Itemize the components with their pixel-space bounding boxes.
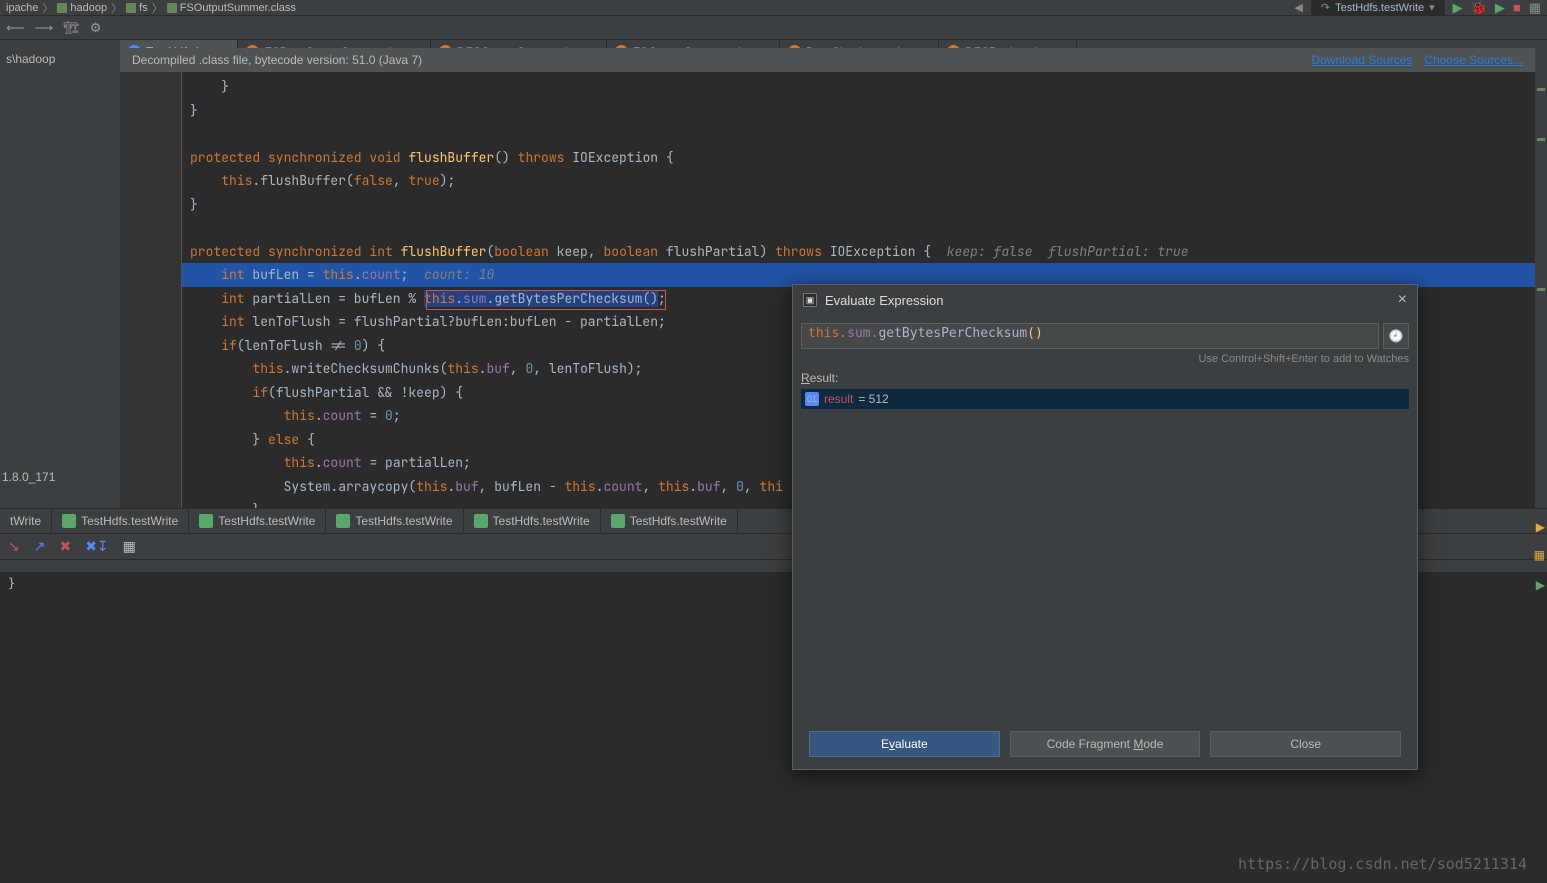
run-config-label: TestHdfs.testWrite (1335, 2, 1424, 14)
chevron-down-icon: ▾ (1429, 1, 1435, 14)
hierarchy-icon[interactable]: 🏗 (63, 20, 80, 36)
tool-icon[interactable]: ▶ (1536, 578, 1545, 592)
run-tab[interactable]: TestHdfs.testWrite (464, 509, 601, 533)
stop-button[interactable]: ■ (1513, 0, 1521, 15)
code-fragment-mode-button[interactable]: Code Fragment Mode (1010, 731, 1201, 757)
run-tab[interactable]: tWrite (0, 509, 52, 533)
inline-hint-params: keep: false flushPartial: true (947, 243, 1189, 260)
run-tab-icon (199, 514, 213, 528)
expr-method: getBytesPerChecksum (878, 326, 1027, 341)
crumb[interactable]: FSOutputSummer.class (180, 2, 296, 14)
watermark: https://blog.csdn.net/sod5211314 (1238, 855, 1527, 873)
step-out-icon[interactable]: ✖↧ (85, 538, 108, 555)
run-tab-icon (474, 514, 488, 528)
eval-expr-icon[interactable]: ▦ (123, 538, 136, 555)
close-button[interactable]: Close (1210, 731, 1401, 757)
run-tab-icon (611, 514, 625, 528)
run-tab-label: tWrite (10, 514, 41, 528)
run-tab-label: TestHdfs.testWrite (355, 514, 452, 528)
watches-hint: Use Control+Shift+Enter to add to Watche… (801, 353, 1409, 365)
run-tab-icon (336, 514, 350, 528)
popup-title: Evaluate Expression (825, 293, 944, 308)
sidebar-path[interactable]: s\hadoop (6, 52, 114, 66)
history-button[interactable]: 🕘 (1383, 323, 1409, 349)
run-tab[interactable]: TestHdfs.testWrite (52, 509, 189, 533)
forward-icon[interactable]: ⟶ (35, 20, 54, 36)
evaluate-expression-popup: ▣ Evaluate Expression × this.sum.getByte… (792, 284, 1418, 770)
popup-icon: ▣ (803, 293, 817, 307)
choose-sources-link[interactable]: Choose Sources... (1424, 53, 1523, 67)
expression-input[interactable]: this.sum.getBytesPerChecksum() (801, 323, 1379, 349)
popup-title-bar[interactable]: ▣ Evaluate Expression × (793, 285, 1417, 315)
decompiled-banner: Decompiled .class file, bytecode version… (120, 48, 1535, 72)
result-label: Result: (801, 371, 1409, 385)
folder-icon (126, 3, 136, 13)
tool-icon[interactable]: ▦ (1534, 548, 1545, 562)
step-over-icon[interactable]: ↘ (8, 538, 20, 555)
prev-icon[interactable]: ◀ (1294, 1, 1302, 14)
debug-button[interactable]: 🐞 (1471, 0, 1487, 16)
close-icon[interactable]: × (1398, 291, 1407, 309)
expr-par: () (1027, 326, 1043, 341)
run-config-selector[interactable]: ↷ TestHdfs.testWrite ▾ (1311, 0, 1445, 16)
tool-icon[interactable]: ▶ (1536, 520, 1545, 534)
error-stripe[interactable] (1535, 48, 1547, 508)
step-into-icon[interactable]: ↗ (34, 538, 46, 555)
run-tab-icon (62, 514, 76, 528)
expr-field: sum. (847, 326, 878, 341)
crumb[interactable]: fs (139, 2, 148, 14)
banner-text: Decompiled .class file, bytecode version… (132, 53, 422, 67)
result-type-icon: 01 (805, 392, 819, 406)
run-arrow-icon: ↷ (1321, 1, 1330, 14)
run-tab[interactable]: TestHdfs.testWrite (601, 509, 738, 533)
chevron-right-icon: 〉 (152, 0, 163, 16)
layout-icon[interactable]: ▦ (1529, 0, 1541, 16)
coverage-button[interactable]: ▶ (1495, 0, 1505, 16)
result-name: result (824, 392, 853, 406)
navigation-toolbar: ⟵ ⟶ 🏗 ⚙ (0, 16, 1547, 40)
run-tab-label: TestHdfs.testWrite (218, 514, 315, 528)
force-step-icon[interactable]: ✖ (59, 538, 71, 555)
run-tab-label: TestHdfs.testWrite (81, 514, 178, 528)
run-tab[interactable]: TestHdfs.testWrite (326, 509, 463, 533)
run-tab-label: TestHdfs.testWrite (630, 514, 727, 528)
class-icon (167, 3, 177, 13)
chevron-right-icon: 〉 (111, 0, 122, 16)
result-row[interactable]: 01 result = 512 (801, 389, 1409, 409)
result-value: = 512 (858, 392, 888, 406)
expr-this: this. (808, 326, 847, 341)
evaluate-button[interactable]: Evaluate (809, 731, 1000, 757)
back-icon[interactable]: ⟵ (6, 20, 25, 36)
inline-hint-count: count: 10 (424, 266, 494, 283)
chevron-right-icon: 〉 (42, 0, 53, 16)
show-options-icon[interactable]: ⚙ (90, 20, 102, 36)
gutter[interactable] (120, 72, 182, 522)
result-tree[interactable]: 01 result = 512 (801, 389, 1409, 719)
run-tab[interactable]: TestHdfs.testWrite (189, 509, 326, 533)
run-tab-label: TestHdfs.testWrite (493, 514, 590, 528)
project-sidebar[interactable]: s\hadoop (0, 48, 120, 508)
run-button[interactable]: ▶ (1453, 0, 1463, 16)
console-prompt: } (8, 576, 15, 590)
sidebar-jdk-label: 1.8.0_171 (2, 470, 55, 484)
history-icon: 🕘 (1389, 329, 1404, 343)
crumb[interactable]: ipache (6, 2, 38, 14)
title-bar: ipache 〉 hadoop 〉 fs 〉 FSOutputSummer.cl… (0, 0, 1547, 16)
crumb[interactable]: hadoop (70, 2, 107, 14)
download-sources-link[interactable]: Download Sources (1312, 53, 1413, 67)
folder-icon (57, 3, 67, 13)
